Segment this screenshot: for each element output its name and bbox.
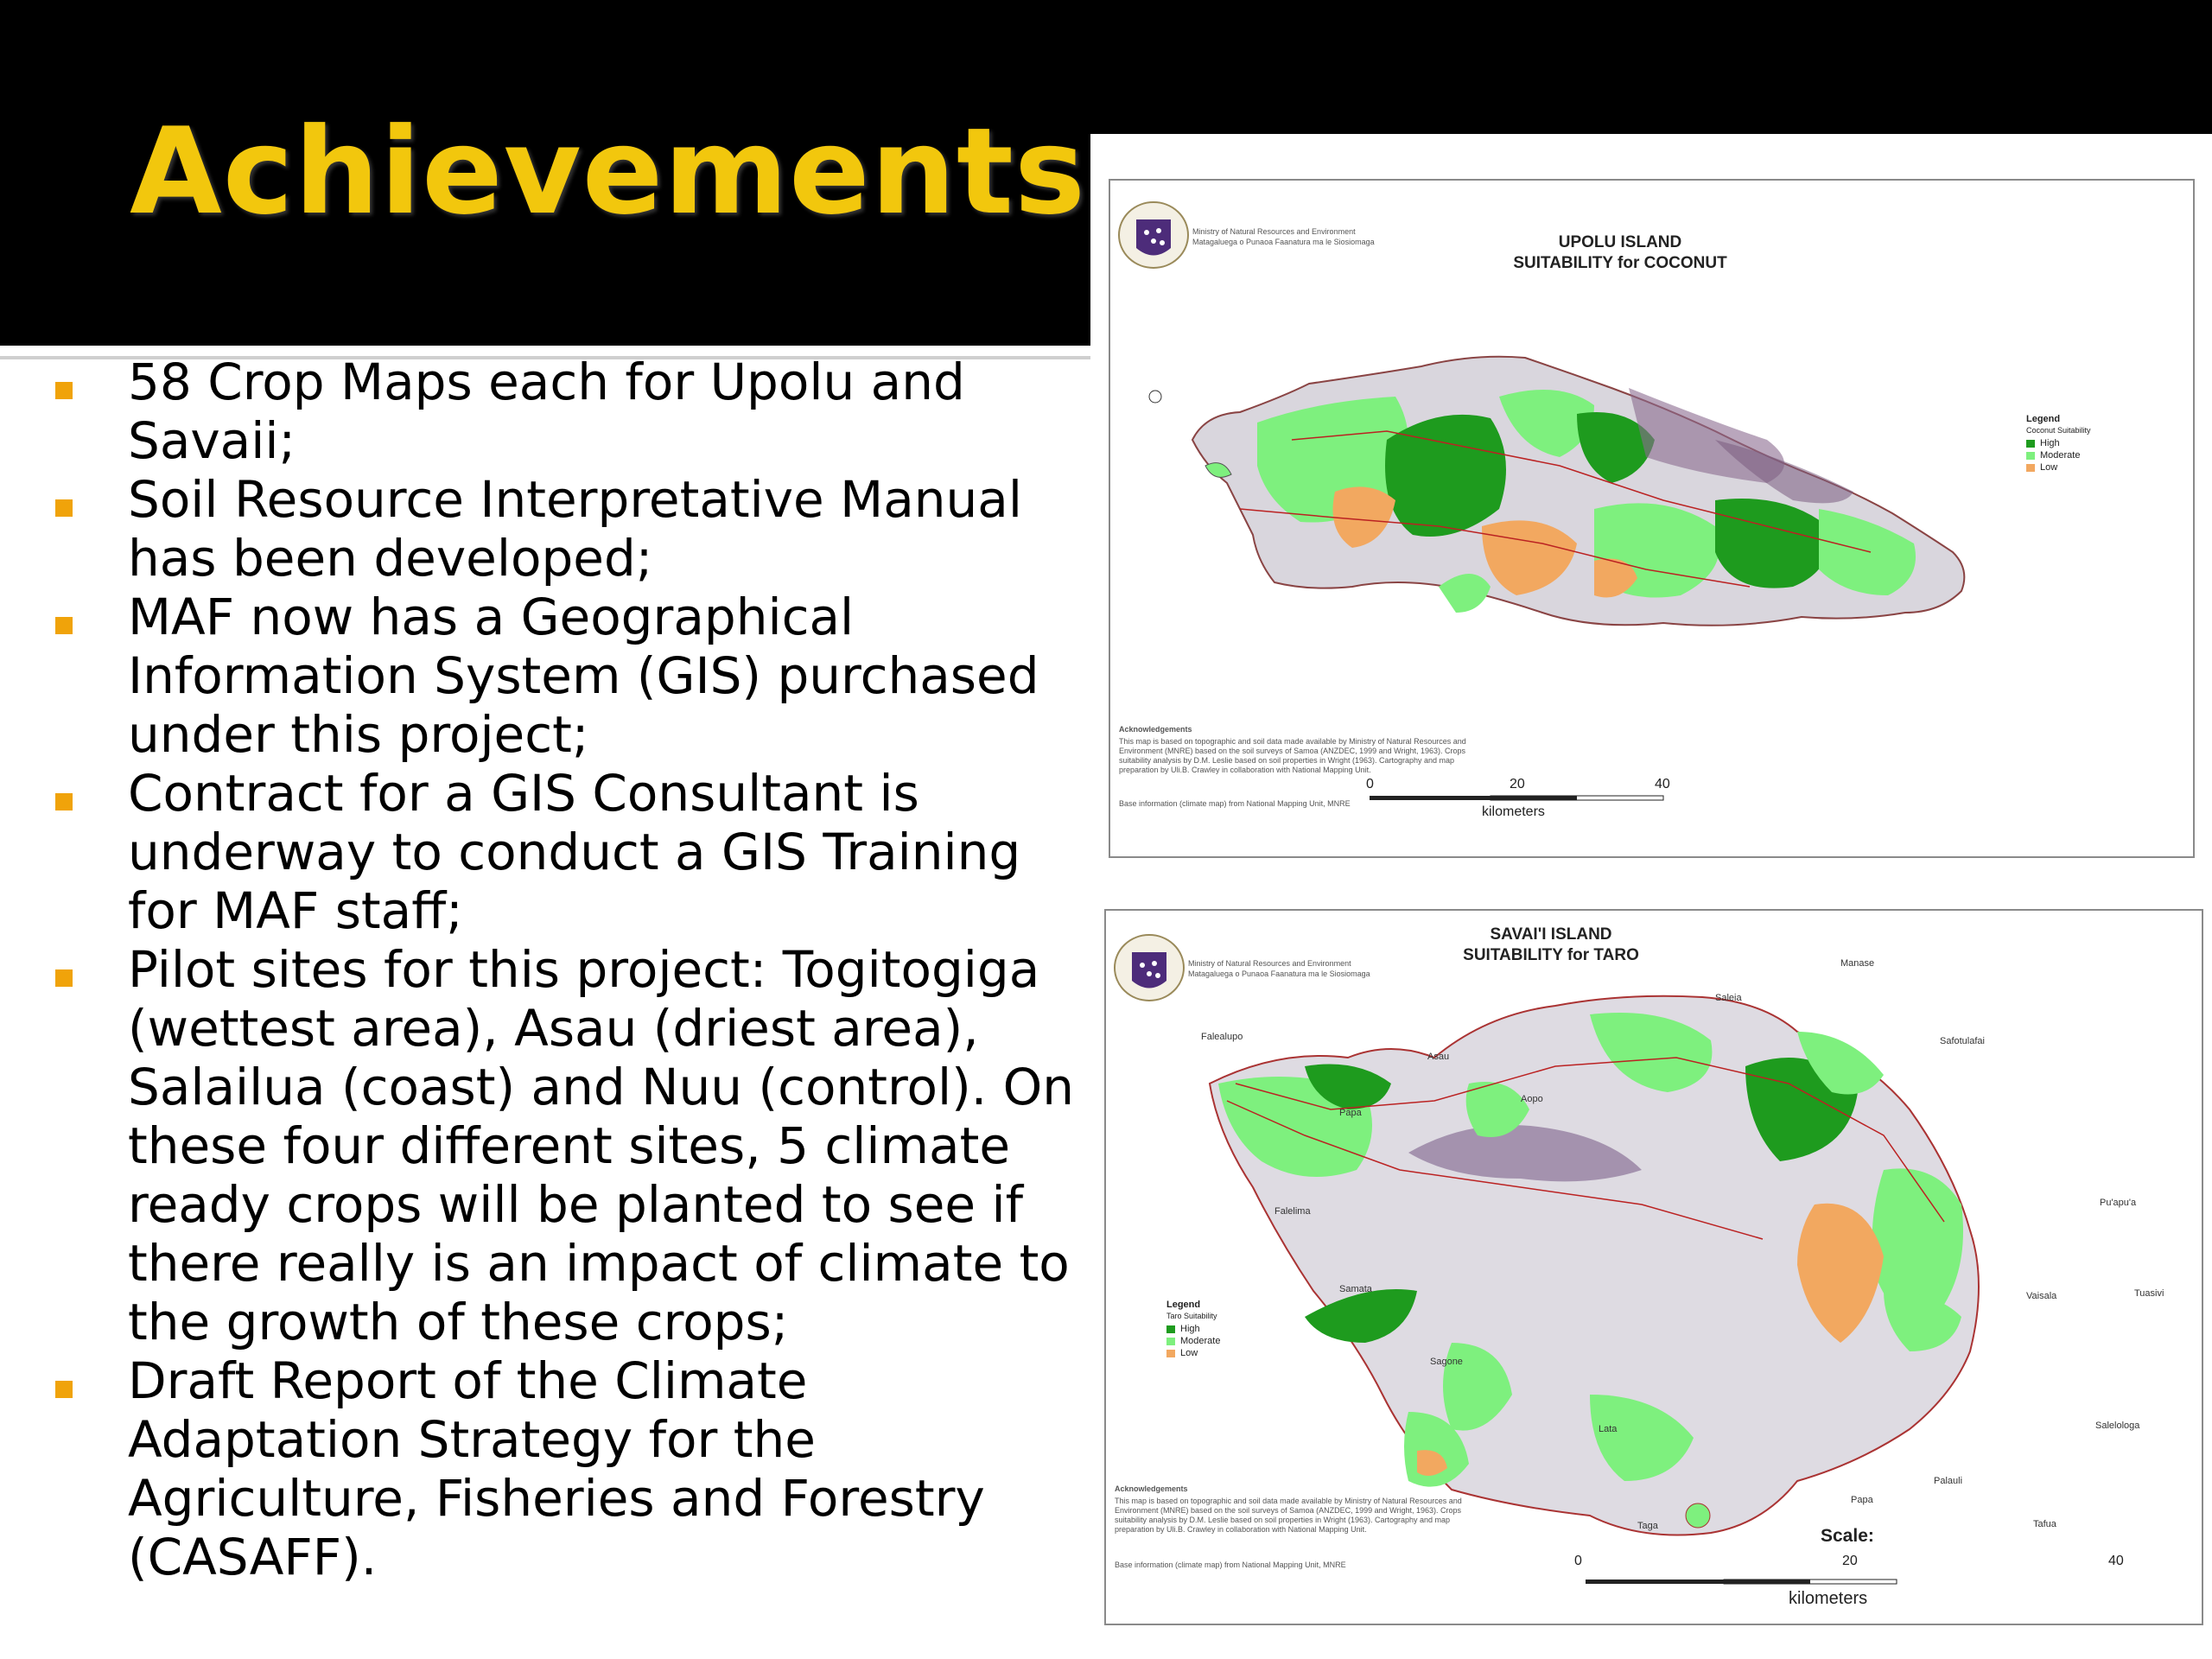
upolu-ack-title: Acknowledgements (1119, 725, 1192, 734)
place-label: Asau (1427, 1052, 1450, 1062)
savaii-ack-title: Acknowledgements (1115, 1484, 1188, 1493)
savaii-scale-unit: kilometers (1789, 1589, 1868, 1608)
savaii-base-info: Base information (climate map) from Nati… (1115, 1560, 1346, 1569)
savaii-ministry-name: Ministry of Natural Resources and Enviro… (1188, 959, 1351, 968)
bullet-marker-icon (55, 499, 73, 517)
bullet-marker-icon (55, 793, 73, 810)
place-label: Saleia (1715, 993, 1742, 1003)
bullet-item: Contract for a GIS Consultant is underwa… (52, 764, 1089, 940)
bullet-marker-icon (55, 617, 73, 634)
high-swatch (1166, 1325, 1175, 1333)
upolu-map-title: UPOLU ISLAND SUITABILITY for COCONUT (1513, 233, 1727, 272)
savaii-scale-bar (1586, 1579, 1897, 1585)
savaii-map-title: SAVAI'I ISLAND SUITABILITY for TARO (1463, 925, 1639, 964)
upolu-map: Ministry of Natural Resources and Enviro… (1109, 179, 2195, 858)
savaii-scale-tick-40: 40 (2108, 1554, 2124, 1568)
place-label: Salelologa (2095, 1421, 2140, 1431)
savaii-scale-label: Scale: (1821, 1526, 1874, 1546)
upolu-legend: Legend Coconut Suitability High Moderate… (2026, 414, 2091, 473)
upolu-scale-bar (1370, 795, 1664, 801)
upolu-scale-tick-20: 20 (1510, 777, 1525, 791)
savaii-legend: Legend Taro Suitability High Moderate Lo… (1166, 1300, 1221, 1358)
upolu-scale-tick-40: 40 (1655, 777, 1670, 791)
crest-icon (1118, 201, 1189, 269)
place-label: Pu'apu'a (2100, 1198, 2137, 1208)
bullet-marker-icon (55, 382, 73, 399)
upolu-scale-unit: kilometers (1482, 804, 1545, 819)
place-label: Tuasivi (2134, 1288, 2164, 1299)
moderate-swatch (1166, 1337, 1175, 1345)
bullet-item: MAF now has a Geographical Information S… (52, 588, 1089, 764)
high-swatch (2026, 439, 2035, 448)
upolu-base-info: Base information (climate map) from Nati… (1119, 799, 1351, 808)
upolu-ack-text: This map is based on topographic and soi… (1119, 737, 1466, 774)
place-label: Tafua (2033, 1519, 2056, 1529)
bullet-list: 58 Crop Maps each for Upolu and Savaii; … (52, 353, 1089, 1586)
slide-title: Achievements (130, 102, 1087, 241)
place-label: Papa (1339, 1108, 1362, 1118)
place-label: Vaisala (2026, 1291, 2057, 1301)
bullet-item: Draft Report of the Climate Adaptation S… (52, 1351, 1089, 1586)
savaii-scale-tick-0: 0 (1574, 1554, 1582, 1568)
bullet-item: Soil Resource Interpretative Manual has … (52, 470, 1089, 588)
upolu-ministry-name: Ministry of Natural Resources and Enviro… (1192, 227, 1356, 236)
place-label: Manase (1840, 958, 1875, 969)
moderate-swatch (2026, 451, 2035, 460)
place-label: Lata (1599, 1424, 1618, 1434)
place-label: Papa (1851, 1495, 1873, 1505)
low-swatch (2026, 463, 2035, 472)
place-label: Safotulafai (1940, 1036, 1985, 1046)
bullet-marker-icon (55, 969, 73, 987)
bullet-marker-icon (55, 1381, 73, 1398)
savaii-map: Ministry of Natural Resources and Enviro… (1104, 909, 2203, 1625)
bullet-item: 58 Crop Maps each for Upolu and Savaii; (52, 353, 1089, 470)
savaii-scale-tick-20: 20 (1842, 1554, 1858, 1568)
low-swatch (1166, 1349, 1175, 1357)
place-label: Samata (1339, 1284, 1372, 1294)
upolu-scale-tick-0: 0 (1366, 777, 1374, 791)
place-label: Sagone (1430, 1357, 1463, 1367)
crest-icon (1114, 934, 1185, 1001)
upolu-ministry-subtitle: Matagaluega o Punaoa Faanatura ma le Sio… (1192, 238, 1375, 246)
place-label: Taga (1637, 1521, 1658, 1531)
place-label: Palauli (1934, 1476, 1963, 1486)
savaii-ack-text: This map is based on topographic and soi… (1115, 1497, 1462, 1534)
place-label: Falelima (1274, 1206, 1311, 1217)
savaii-ministry-subtitle: Matagaluega o Punaoa Faanatura ma le Sio… (1188, 969, 1370, 978)
place-label: Aopo (1521, 1094, 1543, 1104)
bullet-item: Pilot sites for this project: Togitogiga… (52, 940, 1089, 1351)
place-label: Falealupo (1201, 1032, 1243, 1042)
